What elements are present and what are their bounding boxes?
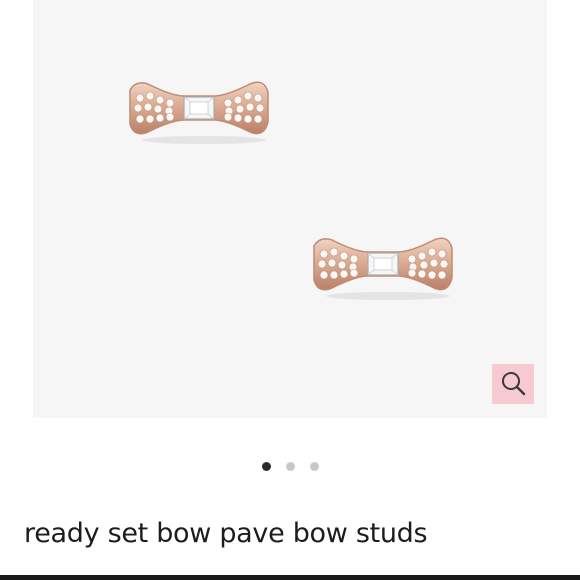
magnifier-icon: [500, 370, 526, 399]
product-image[interactable]: [33, 0, 547, 418]
product-page: ready set bow pave bow studs: [0, 0, 580, 580]
carousel-dot[interactable]: [285, 462, 295, 471]
zoom-button[interactable]: [492, 364, 534, 404]
bow-earring-image: [124, 76, 274, 148]
carousel-indicator: [0, 461, 580, 473]
product-title: ready set bow pave bow studs: [24, 518, 428, 549]
bow-earring-image: [308, 232, 458, 304]
bottom-bar: [0, 575, 580, 580]
carousel-dot[interactable]: [261, 462, 271, 471]
carousel-dot[interactable]: [309, 462, 319, 471]
